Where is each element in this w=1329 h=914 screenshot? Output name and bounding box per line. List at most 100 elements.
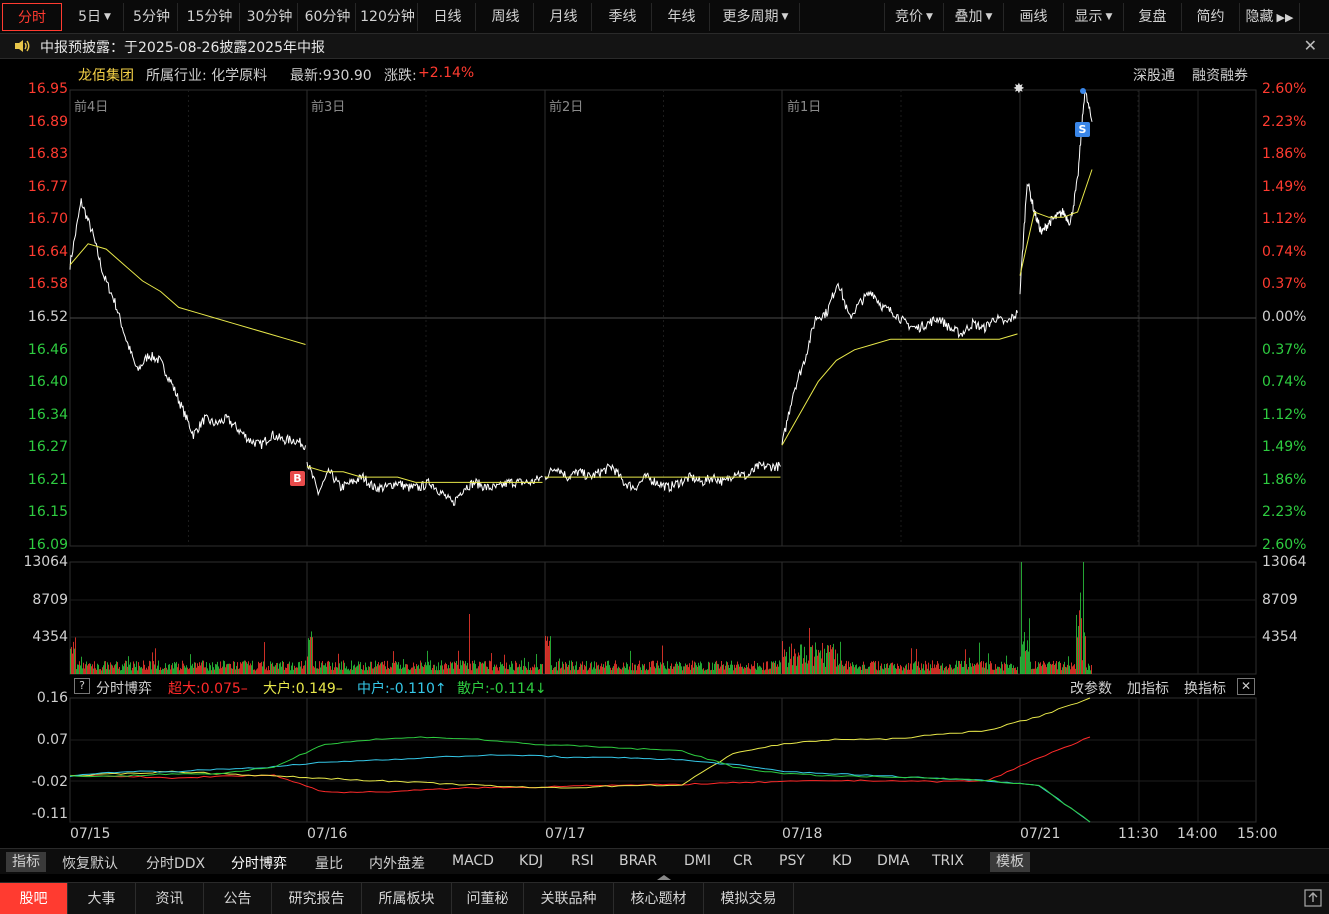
volume-bar [95,668,96,674]
indicator-tab[interactable]: 内外盘差 [369,853,425,873]
volume-bar [697,666,698,674]
volume-bar [1024,632,1025,674]
app-tab[interactable]: 核心题材 [614,883,704,914]
volume-bar [558,661,559,674]
volume-bar [919,667,920,674]
volume-bar [562,661,563,674]
indicator-tab[interactable]: 模板 [990,852,1030,872]
legend-large: 大户:0.149– [263,678,343,698]
volume-bar [621,669,622,674]
volume-bar [771,661,772,674]
volume-bar [572,662,573,674]
volume-bar [799,655,800,674]
volume-bar [347,669,348,674]
volume-bar [459,668,460,674]
help-icon[interactable]: ? [74,678,90,694]
volume-bar [467,662,468,674]
volume-bar [1036,668,1037,674]
volume-bar [584,664,585,674]
app-tab[interactable]: 模拟交易 [704,883,794,914]
volume-bar [255,670,256,674]
volume-bar [1028,651,1029,674]
volume-bar [430,660,431,674]
edit-params-button[interactable]: 改参数 [1070,678,1112,698]
volume-bar [917,665,918,674]
volume-bar [949,664,950,674]
volume-bar [294,665,295,674]
volume-bar [1069,665,1070,674]
volume-bar [107,662,108,674]
indicator-tab[interactable]: DMA [877,853,909,869]
indicator-tab[interactable]: 分时DDX [146,853,205,873]
volume-bar [608,660,609,674]
time-tick-label: 07/15 [70,826,111,842]
volume-bar [886,663,887,674]
volume-bar [454,661,455,674]
indicator-tick-label: 0.07 [36,732,68,748]
switch-indicator-button[interactable]: 换指标 [1184,678,1226,698]
indicator-tab[interactable]: DMI [684,853,711,869]
app-tab[interactable]: 大事 [68,883,136,914]
indicator-tab[interactable]: KD [832,853,852,869]
volume-bar [620,668,621,674]
app-tab[interactable]: 公告 [204,883,272,914]
app-tab[interactable]: 问董秘 [452,883,524,914]
volume-bar [445,662,446,674]
indicator-tab[interactable]: MACD [452,853,494,869]
sell-marker[interactable]: S [1075,122,1090,137]
app-tab[interactable]: 所属板块 [362,883,452,914]
app-tab[interactable]: 研究报告 [272,883,362,914]
indicator-tab[interactable]: 分时博弈 [231,853,287,873]
volume-bar [656,663,657,674]
volume-bar [426,665,427,674]
volume-bar [876,669,877,674]
indicator-tab[interactable]: 恢复默认 [62,853,118,873]
volume-bar [532,666,533,674]
indicator-tab[interactable]: PSY [779,853,805,869]
indicator-tab[interactable]: TRIX [932,853,964,869]
volume-bar [478,666,479,674]
app-tab[interactable]: 股吧 [0,883,68,914]
volume-bar [852,662,853,674]
volume-bar [881,663,882,674]
close-icon[interactable]: ✕ [1237,678,1255,695]
volume-bar [204,667,205,674]
volume-bar [684,666,685,674]
volume-bar [646,668,647,674]
volume-bar [160,667,161,674]
indicator-name: 分时博弈 [96,681,152,697]
indicator-tab[interactable]: KDJ [519,853,543,869]
volume-bar [368,666,369,674]
volume-bar [699,665,700,674]
indicator-tab[interactable]: 量比 [315,853,343,873]
add-indicator-button[interactable]: 加指标 [1127,678,1169,698]
volume-bar [950,664,951,674]
volume-bar [442,665,443,674]
volume-bar [835,649,836,674]
volume-bar [676,661,677,674]
app-tab[interactable]: 资讯 [136,883,204,914]
volume-bar [377,664,378,674]
volume-bar [314,667,315,674]
volume-bar [826,652,827,674]
indicator-tab[interactable]: CR [733,853,753,869]
volume-bar [151,669,152,674]
volume-bar [388,667,389,674]
volume-bar [682,670,683,674]
indicator-tab[interactable]: BRAR [619,853,657,869]
volume-bar [727,662,728,674]
volume-bar [726,661,727,674]
buy-marker[interactable]: B [290,471,305,486]
intraday-chart[interactable] [0,0,1329,914]
volume-bar [299,661,300,674]
volume-bar [895,668,896,674]
expand-panel-icon[interactable] [1303,888,1323,908]
app-tab[interactable]: 关联品种 [524,883,614,914]
volume-bar [395,661,396,674]
volume-bar [309,639,310,674]
indicator-tab[interactable]: RSI [571,853,594,869]
volume-bar [874,662,875,674]
volume-bar [93,668,94,674]
indicator-tab[interactable]: 指标 [6,852,46,872]
volume-bar [171,665,172,674]
